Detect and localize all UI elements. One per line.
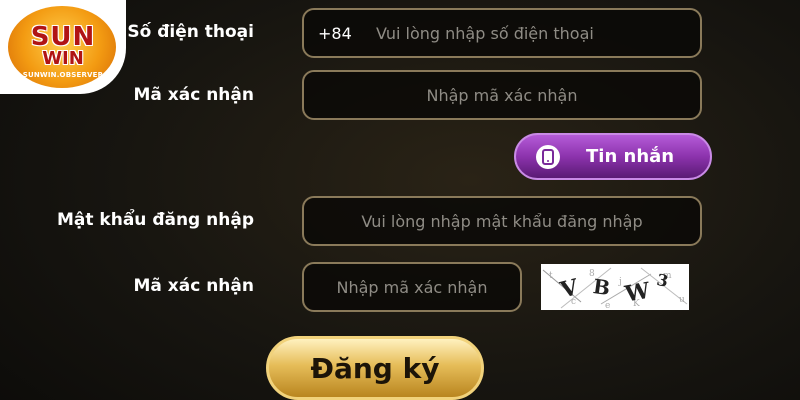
register-label: Đăng ký [310,351,440,385]
svg-text:j: j [618,277,622,287]
logo-domain: SUNWIN.OBSERVER [22,71,104,79]
captcha-input[interactable]: Nhập mã xác nhận [302,262,522,312]
password-input[interactable]: Vui lòng nhập mật khẩu đăng nhập [302,196,702,246]
svg-text:B: B [592,274,612,300]
svg-text:e: e [605,301,610,310]
country-code: +84 [318,23,352,43]
phone-label: Số điện thoại [127,22,254,42]
svg-text:t: t [549,271,553,281]
svg-text:V: V [557,274,582,304]
svg-text:3: 3 [655,270,670,291]
send-sms-button[interactable]: Tin nhắn [514,133,712,180]
phone-icon [536,144,560,169]
password-label: Mật khẩu đăng nhập [56,210,254,230]
sms-code-placeholder: Nhập mã xác nhận [426,85,578,105]
send-sms-label: Tin nhắn [586,146,675,167]
phone-input[interactable]: +84 Vui lòng nhập số điện thoại [302,8,702,58]
captcha-code-label: Mã xác nhận [133,276,254,296]
phone-placeholder: Vui lòng nhập số điện thoại [376,23,594,43]
captcha-placeholder: Nhập mã xác nhận [336,277,488,297]
captcha-image[interactable]: tc8 jKm ue V B W 3 [541,264,689,311]
sms-code-label: Mã xác nhận [133,85,254,105]
logo-text-win: WIN [42,48,84,69]
sunwin-logo: SUN WIN SUNWIN.OBSERVER [0,0,126,94]
svg-text:W: W [622,278,652,308]
sms-code-input[interactable]: Nhập mã xác nhận [302,70,702,120]
svg-text:u: u [679,295,685,305]
password-placeholder: Vui lòng nhập mật khẩu đăng nhập [361,211,643,231]
register-button[interactable]: Đăng ký [266,336,484,400]
